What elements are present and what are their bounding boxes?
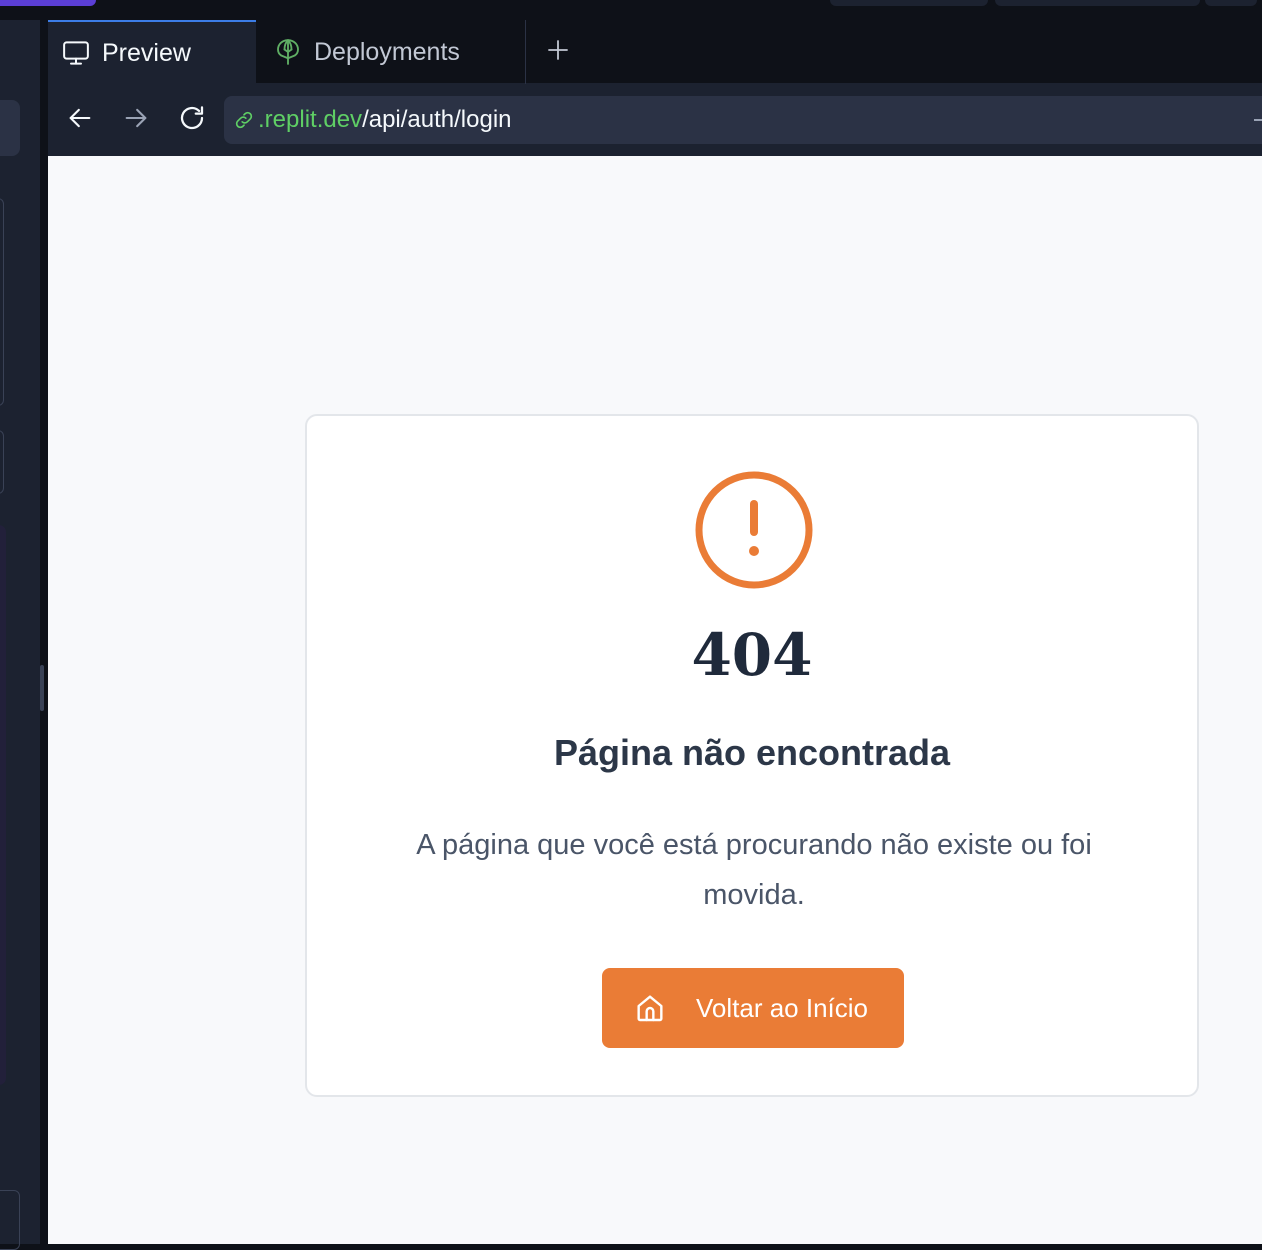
- back-home-label: Voltar ao Início: [696, 992, 868, 1023]
- tab-bar: Preview Deployments: [48, 20, 1262, 84]
- tab-preview[interactable]: Preview: [48, 20, 256, 84]
- preview-page: 404 Página não encontrada A página que v…: [48, 156, 1262, 1244]
- reload-icon: [177, 103, 207, 138]
- top-toolbar-fragment[interactable]: [1205, 0, 1257, 6]
- url-host: .replit.dev: [258, 106, 363, 133]
- deployments-icon: [272, 36, 304, 68]
- window-top-strip: [0, 0, 1262, 20]
- top-toolbar-fragment[interactable]: [830, 0, 988, 6]
- error-message: A página que você está procurando não ex…: [416, 829, 1092, 911]
- workspace-button-fragment[interactable]: [0, 0, 96, 6]
- tab-deployments[interactable]: Deployments: [256, 20, 526, 84]
- home-icon: [634, 992, 666, 1024]
- arrow-right-icon: [122, 104, 150, 137]
- panel-section-fragment: [0, 525, 6, 1085]
- toolbar-edge-fragment: [1254, 119, 1262, 121]
- arrow-left-icon: [66, 104, 94, 137]
- resize-grip[interactable]: [40, 665, 44, 711]
- new-tab-button[interactable]: [540, 34, 576, 70]
- panel-section-fragment: [0, 430, 4, 494]
- plus-icon: [546, 38, 570, 67]
- panel-control-fragment[interactable]: [0, 100, 20, 156]
- not-found-card: 404 Página não encontrada A página que v…: [305, 414, 1199, 1097]
- error-code: 404: [691, 621, 813, 689]
- alert-circle-icon: [695, 471, 813, 589]
- panel-section-fragment: [0, 198, 4, 406]
- url-path: /api/auth/login: [362, 106, 512, 133]
- back-button[interactable]: [62, 102, 98, 138]
- forward-button[interactable]: [118, 102, 154, 138]
- back-home-button[interactable]: Voltar ao Início: [602, 968, 904, 1048]
- left-panel-fragment: [0, 20, 40, 1250]
- link-icon: [232, 108, 256, 132]
- monitor-icon: [60, 37, 92, 69]
- address-bar: .replit.dev/api/auth/login: [48, 84, 1262, 156]
- reload-button[interactable]: [174, 102, 210, 138]
- page-title: Página não encontrada: [553, 732, 951, 773]
- url-field[interactable]: .replit.dev/api/auth/login: [224, 96, 1262, 144]
- top-toolbar-fragment[interactable]: [995, 0, 1200, 6]
- panel-section-fragment: [0, 1190, 20, 1250]
- tab-preview-label: Preview: [102, 38, 191, 67]
- tab-deployments-label: Deployments: [314, 37, 460, 66]
- pane-resize-divider[interactable]: [40, 20, 48, 1244]
